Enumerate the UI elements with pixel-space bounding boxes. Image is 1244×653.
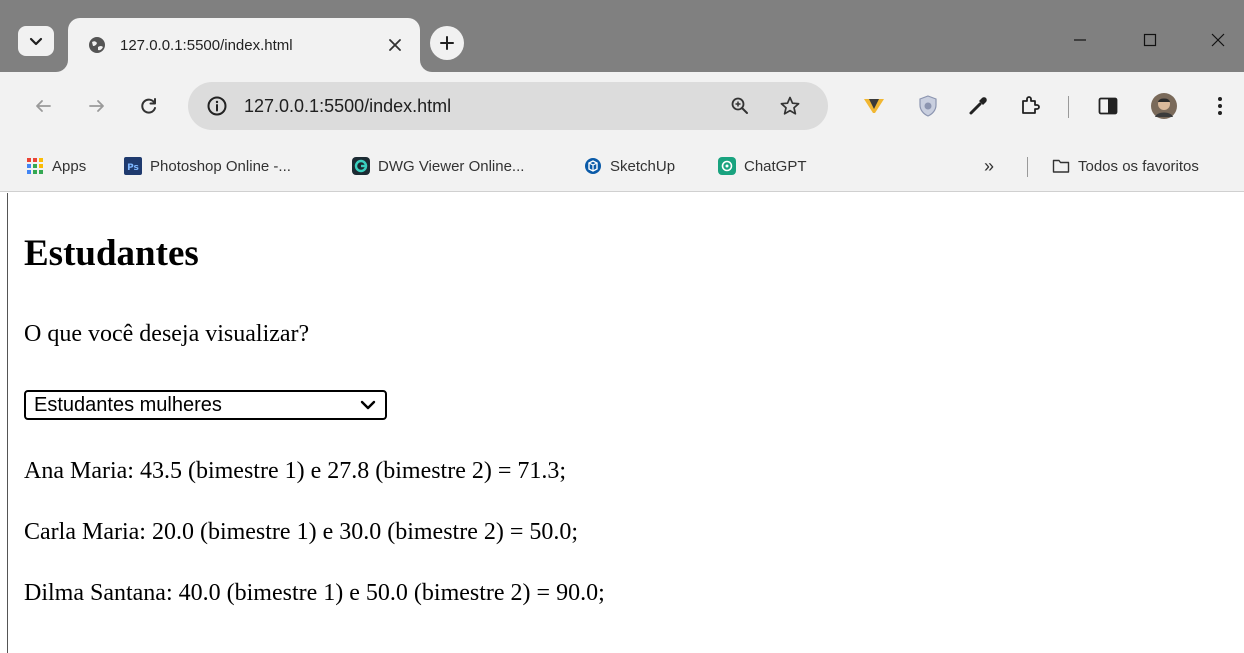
- dwg-viewer-icon: [352, 157, 370, 175]
- star-icon[interactable]: [778, 94, 802, 118]
- bookmarks-divider: [1027, 157, 1028, 177]
- page-content: Estudantes O que você deseja visualizar?…: [0, 193, 1244, 653]
- arrow-right-icon: [89, 100, 104, 112]
- select-value: Estudantes mulheres: [34, 393, 222, 416]
- avatar[interactable]: [1148, 90, 1180, 122]
- folder-icon: [1052, 157, 1070, 175]
- student-result: Carla Maria: 20.0 (bimestre 1) e 30.0 (b…: [24, 519, 579, 545]
- bookmark-label: ChatGPT: [744, 157, 807, 175]
- close-icon[interactable]: [384, 34, 406, 56]
- eyedropper-icon[interactable]: [962, 90, 994, 122]
- question-text: O que você deseja visualizar?: [24, 321, 310, 347]
- tab-search-button[interactable]: [18, 26, 54, 56]
- chevron-down-icon: [29, 37, 43, 46]
- zoom-icon[interactable]: [728, 94, 752, 118]
- puzzle-icon[interactable]: [1014, 90, 1046, 122]
- forward-button[interactable]: [80, 89, 114, 123]
- close-icon: [1211, 33, 1225, 47]
- all-bookmarks-button[interactable]: Todos os favoritos: [1052, 154, 1199, 178]
- reload-icon: [141, 98, 156, 114]
- bookmark-photoshop[interactable]: Ps Photoshop Online -...: [124, 154, 291, 178]
- tab-strip: 127.0.0.1:5500/index.html: [0, 0, 1244, 72]
- info-icon[interactable]: [206, 95, 228, 117]
- browser-toolbar: 127.0.0.1:5500/index.html: [0, 72, 1244, 142]
- bookmark-chatgpt[interactable]: ChatGPT: [718, 154, 807, 178]
- menu-icon[interactable]: [1204, 90, 1236, 122]
- reload-button[interactable]: [132, 89, 166, 123]
- window-edge: [7, 193, 8, 653]
- address-bar[interactable]: 127.0.0.1:5500/index.html: [188, 82, 828, 130]
- all-bookmarks-label: Todos os favoritos: [1078, 157, 1199, 175]
- arrow-left-icon: [36, 100, 51, 112]
- bookmarks-overflow-button[interactable]: »: [984, 154, 994, 178]
- student-result: Dilma Santana: 40.0 (bimestre 1) e 50.0 …: [24, 580, 605, 606]
- apps-grid-icon: [26, 157, 44, 175]
- bookmark-label: Apps: [52, 157, 87, 175]
- sketchup-icon: [584, 157, 602, 175]
- window-close-button[interactable]: [1198, 22, 1238, 58]
- extension-icon[interactable]: [858, 90, 890, 122]
- shield-icon[interactable]: [912, 90, 944, 122]
- double-chevron-icon: »: [984, 155, 995, 176]
- back-button[interactable]: [26, 89, 60, 123]
- bookmark-apps[interactable]: Apps: [26, 154, 86, 178]
- toolbar-divider: [1068, 96, 1069, 118]
- chevron-down-icon: [357, 394, 379, 416]
- new-tab-button[interactable]: [430, 26, 464, 60]
- chatgpt-icon: [718, 157, 736, 175]
- bookmark-dwg-viewer[interactable]: DWG Viewer Online...: [352, 154, 524, 178]
- url-text[interactable]: 127.0.0.1:5500/index.html: [244, 96, 451, 117]
- page-title: Estudantes: [24, 233, 199, 274]
- side-panel-icon[interactable]: [1092, 90, 1124, 122]
- tab-title: 127.0.0.1:5500/index.html: [120, 36, 293, 54]
- bookmark-label: Photoshop Online -...: [150, 157, 291, 175]
- bookmark-label: DWG Viewer Online...: [378, 157, 525, 175]
- student-filter-select[interactable]: Estudantes mulheres: [24, 390, 387, 420]
- globe-icon: [88, 36, 106, 54]
- bookmark-label: SketchUp: [610, 157, 676, 175]
- bookmarks-bar: Apps Ps Photoshop Online -... DWG Viewer…: [0, 142, 1244, 192]
- bookmark-sketchup[interactable]: SketchUp: [584, 154, 675, 178]
- minimize-button[interactable]: [1060, 22, 1100, 58]
- student-result: Ana Maria: 43.5 (bimestre 1) e 27.8 (bim…: [24, 458, 567, 484]
- svg-text:Ps: Ps: [127, 163, 139, 173]
- photoshop-icon: Ps: [124, 157, 142, 175]
- active-tab[interactable]: 127.0.0.1:5500/index.html: [68, 18, 420, 72]
- maximize-icon: [1143, 33, 1157, 47]
- maximize-button[interactable]: [1130, 22, 1170, 58]
- minimize-icon: [1074, 39, 1086, 41]
- plus-icon: [440, 36, 454, 50]
